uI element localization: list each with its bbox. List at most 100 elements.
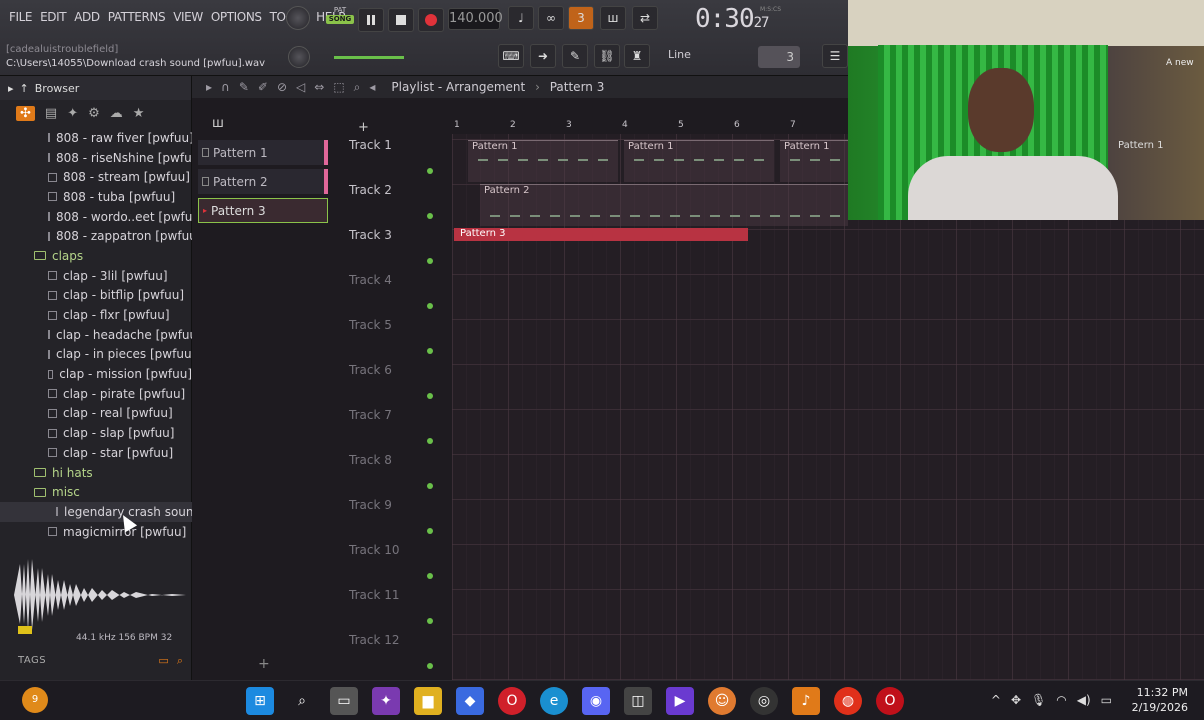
add-pattern-icon[interactable]: + <box>258 656 270 672</box>
step-edit-button[interactable]: ш <box>600 6 626 30</box>
stamp-button[interactable]: ♜ <box>624 44 650 68</box>
windows-start-icon[interactable]: ⊞ <box>246 687 274 715</box>
metronome-button[interactable]: ♩ <box>508 6 534 30</box>
browser-all-icon[interactable]: ✣ <box>16 105 35 121</box>
browser-file[interactable]: clap - star [pwfuu] <box>0 443 192 463</box>
piano-roll-icon[interactable]: ш <box>212 116 224 131</box>
opera-icon[interactable]: O <box>498 687 526 715</box>
master-pitch-knob[interactable] <box>288 46 310 68</box>
master-volume-knob[interactable] <box>286 6 310 30</box>
menu-patterns[interactable]: PATTERNS <box>105 10 171 24</box>
camera-icon[interactable]: ◫ <box>624 687 652 715</box>
pattern-item[interactable]: Pattern 2 <box>198 169 328 194</box>
track-mute-led[interactable] <box>427 258 433 264</box>
chevron-up-icon[interactable]: ^ <box>991 693 1001 707</box>
track-mute-led[interactable] <box>427 663 433 669</box>
widgets-icon[interactable]: 9 <box>22 687 48 713</box>
magnet-icon[interactable]: ∩ <box>221 80 230 95</box>
track-mute-led[interactable] <box>427 348 433 354</box>
browser-file[interactable]: clap - pirate [pwfuu] <box>0 384 192 404</box>
file-explorer-icon[interactable]: ▆ <box>414 687 442 715</box>
menu-add[interactable]: ADD <box>71 10 105 24</box>
track-header[interactable]: Track 11 <box>347 584 447 629</box>
browser-file[interactable]: clap - real [pwfuu] <box>0 404 192 424</box>
track-header[interactable]: Track 6 <box>347 359 447 404</box>
track-header[interactable]: Track 3 <box>347 224 447 269</box>
chrome-icon[interactable]: ◍ <box>834 687 862 715</box>
track-mute-led[interactable] <box>427 168 433 174</box>
menu-edit[interactable]: EDIT <box>37 10 71 24</box>
pause-button[interactable] <box>358 8 384 32</box>
countdown-button[interactable]: 3 <box>568 6 594 30</box>
browser-file[interactable]: 808 - stream [pwfuu] <box>0 167 192 187</box>
edge-icon[interactable]: e <box>540 687 568 715</box>
track-header[interactable]: Track 7 <box>347 404 447 449</box>
browser-plugins-icon[interactable]: ✦ <box>67 106 78 121</box>
stop-button[interactable] <box>388 8 414 32</box>
browser-file[interactable]: clap - bitflip [pwfuu] <box>0 286 192 306</box>
browser-file[interactable]: 808 - tuba [pwfuu] <box>0 187 192 207</box>
browser-file[interactable]: clap - slap [pwfuu] <box>0 423 192 443</box>
pattern-item-selected[interactable]: ▸ Pattern 3 <box>198 198 328 223</box>
browser-menu-arrow-icon[interactable]: ▸ <box>8 82 14 95</box>
search-icon[interactable]: ⌕ <box>177 654 183 668</box>
fl-studio-icon[interactable]: ♪ <box>792 687 820 715</box>
opera-gx-icon[interactable]: O <box>876 687 904 715</box>
browser-file[interactable]: clap - headache [pwfuu] <box>0 325 192 345</box>
task-view-icon[interactable]: ▭ <box>330 687 358 715</box>
wait-input-button[interactable]: ∞ <box>538 6 564 30</box>
dropbox-icon[interactable]: ✥ <box>1011 693 1021 707</box>
track-mute-led[interactable] <box>427 573 433 579</box>
wifi-icon[interactable]: ◠ <box>1056 693 1066 707</box>
snap-mode-select[interactable]: Line <box>668 48 691 61</box>
browser-folder[interactable]: claps <box>0 246 192 266</box>
pattern-item[interactable]: Pattern 1 <box>198 140 328 165</box>
snap-value-box[interactable]: 3 <box>758 46 800 68</box>
delete-icon[interactable]: ⊘ <box>277 80 287 95</box>
search-icon[interactable]: ⌕ <box>288 687 316 715</box>
track-mute-led[interactable] <box>427 213 433 219</box>
mixer-button[interactable]: ☰ <box>822 44 848 68</box>
draw-tool-button[interactable]: ✎ <box>562 44 588 68</box>
mute-icon[interactable]: ◁ <box>296 80 305 95</box>
track-mute-led[interactable] <box>427 393 433 399</box>
track-header[interactable]: Track 2 <box>347 179 447 224</box>
browser-file[interactable]: clap - in pieces [pwfuu] <box>0 345 192 365</box>
track-header[interactable]: Track 4 <box>347 269 447 314</box>
track-mute-led[interactable] <box>427 483 433 489</box>
browser-file[interactable]: 808 - raw fiver [pwfuu] <box>0 128 192 148</box>
browser-folder[interactable]: misc <box>0 482 192 502</box>
obs-icon[interactable]: ◎ <box>750 687 778 715</box>
browser-file[interactable]: 808 - riseNshine [pwfuu] <box>0 148 192 168</box>
paint-icon[interactable]: ✐ <box>258 80 268 95</box>
browser-settings-icon[interactable]: ⚙ <box>88 106 100 121</box>
track-header[interactable]: Track 5 <box>347 314 447 359</box>
select-icon[interactable]: ⬚ <box>333 80 344 95</box>
track-mute-led[interactable] <box>427 528 433 534</box>
playlist-clip[interactable]: Pattern 1 <box>624 140 774 182</box>
pat-song-toggle[interactable]: PAT SONG <box>326 6 354 32</box>
discord-icon[interactable]: ◉ <box>582 687 610 715</box>
battery-icon[interactable]: ▭ <box>1101 693 1112 707</box>
tempo-display[interactable]: 140.000 <box>448 8 503 30</box>
link-button[interactable]: ⛓ <box>594 44 620 68</box>
browser-file[interactable]: magicmirror [pwfuu] <box>0 522 192 542</box>
browser-file[interactable]: 808 - wordo..eet [pwfuu] <box>0 207 192 227</box>
track-header[interactable]: Track 8 <box>347 449 447 494</box>
blend-notes-button[interactable]: ⇄ <box>632 6 658 30</box>
browser-file[interactable]: clap - flxr [pwfuu] <box>0 305 192 325</box>
browser-file[interactable]: legendary crash sound [pwfuu] ☆ <box>0 502 192 522</box>
track-mute-led[interactable] <box>427 618 433 624</box>
playlist-menu-icon[interactable]: ▸ <box>206 80 212 95</box>
add-track-icon[interactable]: + <box>358 120 369 135</box>
browser-folder[interactable]: hi hats <box>0 463 192 483</box>
track-header[interactable]: Track 9 <box>347 494 447 539</box>
copilot-icon[interactable]: ✦ <box>372 687 400 715</box>
snap-arrow-button[interactable]: ➜ <box>530 44 556 68</box>
typing-keyboard-button[interactable]: ⌨ <box>498 44 524 68</box>
playlist-clip[interactable]: Pattern 1 <box>468 140 618 182</box>
avatar-app-icon[interactable]: ☺ <box>708 687 736 715</box>
browser-project-icon[interactable]: ▤ <box>45 106 57 121</box>
timeline-ruler[interactable]: 1 2 3 4 5 6 7 <box>452 120 852 134</box>
volume-icon[interactable]: ◀) <box>1077 693 1091 707</box>
